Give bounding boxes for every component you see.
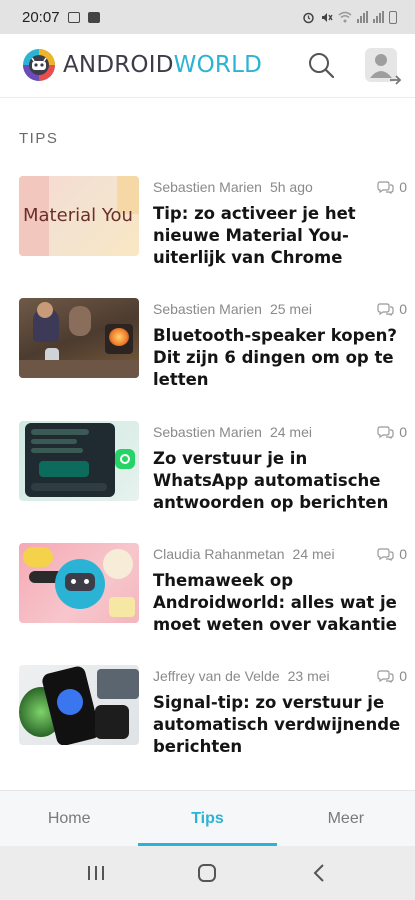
comment-count-value: 0 — [399, 668, 407, 684]
bottom-tab-bar: Home Tips Meer — [0, 790, 415, 846]
article-title[interactable]: Themaweek op Androidworld: alles wat je … — [153, 570, 403, 636]
article-meta: Sebastien Marien 24 mei 0 — [153, 424, 407, 440]
article-author[interactable]: Jeffrey van de Velde — [153, 668, 280, 684]
logo-text: ANDROIDWORLD — [63, 52, 262, 78]
comment-count-value: 0 — [399, 301, 407, 317]
search-button[interactable] — [306, 50, 336, 80]
comments-icon — [377, 548, 394, 561]
wifi-icon — [338, 11, 352, 23]
recents-button[interactable] — [76, 853, 116, 893]
comments-icon — [377, 426, 394, 439]
article-title[interactable]: Bluetooth-speaker kopen? Dit zijn 6 ding… — [153, 325, 403, 391]
tab-meer[interactable]: Meer — [277, 791, 415, 846]
account-login-icon — [365, 48, 402, 85]
home-icon — [198, 864, 217, 882]
comment-count[interactable]: 0 — [377, 424, 407, 440]
signal-icon — [357, 11, 368, 23]
article-meta: Claudia Rahanmetan 24 mei 0 — [153, 546, 407, 562]
article-date: 24 mei — [269, 424, 312, 440]
article-thumbnail[interactable] — [19, 665, 139, 745]
section-title: TIPS — [19, 130, 59, 147]
battery-icon — [389, 10, 397, 24]
comment-count-value: 0 — [399, 424, 407, 440]
site-logo[interactable]: ANDROIDWORLD — [22, 48, 262, 82]
article-title[interactable]: Signal-tip: zo verstuur je automatisch v… — [153, 692, 403, 758]
comments-icon — [377, 303, 394, 316]
tab-home[interactable]: Home — [0, 791, 138, 846]
article-title[interactable]: Zo verstuur je in WhatsApp automatische … — [153, 448, 403, 514]
article-item[interactable]: Claudia Rahanmetan 24 mei 0 Themaweek op… — [0, 543, 415, 653]
thumbnail-text: Material You — [23, 205, 133, 226]
article-item[interactable]: Sebastien Marien 24 mei 0 Zo verstuur je… — [0, 421, 415, 531]
article-author[interactable]: Claudia Rahanmetan — [153, 546, 285, 562]
article-item[interactable]: Jeffrey van de Velde 23 mei 0 Signal-tip… — [0, 665, 415, 775]
comment-count[interactable]: 0 — [377, 546, 407, 562]
logo-text-android: ANDROID — [63, 52, 174, 78]
back-icon — [313, 864, 324, 882]
article-meta: Sebastien Marien 25 mei 0 — [153, 301, 407, 317]
account-button[interactable] — [364, 46, 402, 86]
tab-tips[interactable]: Tips — [138, 791, 277, 846]
article-date: 23 mei — [287, 668, 330, 684]
comments-icon — [377, 670, 394, 683]
article-date: 5h ago — [269, 179, 313, 195]
comment-count[interactable]: 0 — [377, 668, 407, 684]
article-meta: Sebastien Marien 5h ago 0 — [153, 179, 407, 195]
signal-icon-2 — [373, 11, 384, 23]
comment-count[interactable]: 0 — [377, 301, 407, 317]
search-icon — [309, 53, 335, 79]
article-item[interactable]: Material You Sebastien Marien 5h ago 0 T… — [0, 176, 415, 286]
system-nav-bar — [0, 846, 415, 900]
comment-count[interactable]: 0 — [377, 179, 407, 195]
home-button[interactable] — [187, 853, 227, 893]
article-thumbnail[interactable] — [19, 421, 139, 501]
comment-count-value: 0 — [399, 546, 407, 562]
article-thumbnail[interactable]: Material You — [19, 176, 139, 256]
alarm-icon — [303, 12, 314, 23]
article-thumbnail[interactable] — [19, 543, 139, 623]
androidworld-logo-icon — [23, 49, 55, 81]
article-date: 24 mei — [292, 546, 335, 562]
status-bar: 20:07 — [0, 0, 415, 34]
gallery-icon — [67, 11, 80, 23]
article-author[interactable]: Sebastien Marien — [153, 424, 262, 440]
article-item[interactable]: Sebastien Marien 25 mei 0 Bluetooth-spea… — [0, 298, 415, 408]
comment-count-value: 0 — [399, 179, 407, 195]
mute-icon — [322, 12, 333, 22]
article-author[interactable]: Sebastien Marien — [153, 179, 262, 195]
notification-icon — [87, 11, 100, 23]
back-button[interactable] — [299, 853, 339, 893]
article-meta: Jeffrey van de Velde 23 mei 0 — [153, 668, 407, 684]
article-author[interactable]: Sebastien Marien — [153, 301, 262, 317]
comments-icon — [377, 181, 394, 194]
status-time: 20:07 — [22, 8, 60, 26]
app-header: ANDROIDWORLD — [0, 34, 415, 98]
article-thumbnail[interactable] — [19, 298, 139, 378]
article-title[interactable]: Tip: zo activeer je het nieuwe Material … — [153, 203, 403, 269]
recents-icon — [87, 866, 104, 880]
logo-text-world: WORLD — [173, 52, 262, 78]
article-date: 25 mei — [269, 301, 312, 317]
